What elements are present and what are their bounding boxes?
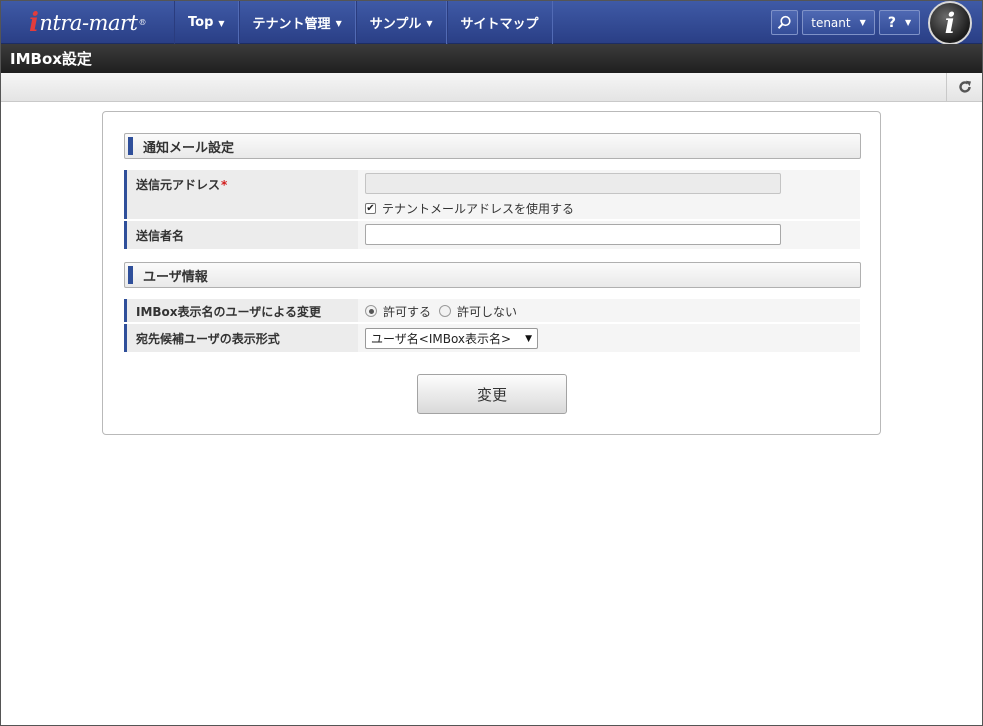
- field-value-display-format: ユーザ名<IMBox表示名> ▼: [358, 324, 860, 352]
- nav-item-tenant-admin[interactable]: テナント管理 ▼: [238, 1, 356, 44]
- sender-name-input[interactable]: [365, 224, 781, 245]
- use-tenant-address-checkbox[interactable]: ✔: [365, 203, 376, 214]
- chevron-down-icon: ▼: [335, 19, 342, 28]
- app-window: i ntra-mart ® Top ▼ テナント管理 ▼ サンプル ▼ サイトマップ: [0, 0, 983, 726]
- brand-mark: i: [944, 6, 956, 40]
- nav-item-label: サイトマップ: [460, 17, 539, 32]
- nav-item-label: テナント管理: [252, 17, 331, 32]
- toolbar: [1, 73, 982, 102]
- display-format-selected-value: ユーザ名<IMBox表示名>: [371, 332, 512, 346]
- nav-item-top[interactable]: Top ▼: [174, 1, 239, 44]
- form-row-display-format: 宛先候補ユーザの表示形式 ユーザ名<IMBox表示名> ▼: [124, 324, 860, 353]
- field-label-sender-address: 送信元アドレス*: [124, 170, 358, 219]
- label-text: 送信者名: [136, 229, 185, 243]
- submit-button[interactable]: 変更: [417, 374, 567, 414]
- nav-item-sitemap[interactable]: サイトマップ: [446, 1, 553, 44]
- brand-logo-icon[interactable]: i: [928, 1, 972, 45]
- nav-item-sample[interactable]: サンプル ▼: [355, 1, 447, 44]
- allow-radio[interactable]: [365, 305, 377, 317]
- label-text: 送信元アドレス: [136, 178, 221, 192]
- sender-address-input[interactable]: [365, 173, 781, 194]
- field-label-sender-name: 送信者名: [124, 221, 358, 249]
- section-title: ユーザ情報: [143, 269, 208, 285]
- chevron-down-icon: ▼: [426, 19, 433, 28]
- deny-radio[interactable]: [439, 305, 452, 317]
- label-text: IMBox表示名のユーザによる変更: [136, 305, 321, 319]
- logo-prefix: i: [29, 7, 39, 38]
- global-navigation: i ntra-mart ® Top ▼ テナント管理 ▼ サンプル ▼ サイトマップ: [1, 1, 982, 45]
- display-name-change-radio-group: 許可する 許可しない: [365, 301, 860, 321]
- section-title: 通知メール設定: [143, 140, 235, 156]
- display-format-select[interactable]: ユーザ名<IMBox表示名> ▼: [365, 328, 538, 349]
- logo-text: ntra-mart: [39, 10, 138, 35]
- chevron-down-icon: ▼: [904, 18, 912, 27]
- tenant-label: tenant: [811, 15, 851, 30]
- reload-icon: [958, 80, 971, 93]
- field-label-display-format: 宛先候補ユーザの表示形式: [124, 324, 358, 352]
- intra-mart-logo[interactable]: i ntra-mart ®: [1, 1, 174, 44]
- logo-registered-mark: ®: [138, 18, 146, 27]
- search-button[interactable]: [771, 10, 798, 35]
- chevron-down-icon: ▼: [859, 18, 866, 27]
- use-tenant-address-label: テナントメールアドレスを使用する: [382, 202, 575, 216]
- deny-radio-label[interactable]: 許可しない: [457, 303, 517, 320]
- nav-item-label: Top: [188, 15, 214, 30]
- chevron-down-icon: ▼: [218, 19, 225, 28]
- label-text: 宛先候補ユーザの表示形式: [136, 332, 280, 346]
- dropdown-arrow-icon: ▼: [525, 333, 532, 344]
- field-label-display-name-change: IMBox表示名のユーザによる変更: [124, 299, 358, 322]
- section-header-mail: 通知メール設定: [124, 133, 861, 159]
- field-value-display-name-change: 許可する 許可しない: [358, 299, 860, 322]
- allow-radio-label[interactable]: 許可する: [383, 303, 431, 320]
- required-mark: *: [221, 178, 228, 192]
- search-icon: [777, 15, 791, 29]
- nav-menu: Top ▼ テナント管理 ▼ サンプル ▼ サイトマップ: [174, 1, 553, 44]
- page-title-bar: IMBox設定: [1, 44, 982, 73]
- nav-right-tools: tenant ▼ ? ▼ i: [771, 1, 982, 45]
- form-row-sender-address: 送信元アドレス* ✔ テナントメールアドレスを使用する: [124, 170, 860, 220]
- help-icon: ?: [887, 14, 896, 31]
- form-row-display-name-change: IMBox表示名のユーザによる変更 許可する 許可しない: [124, 299, 860, 323]
- form-row-sender-name: 送信者名: [124, 221, 860, 250]
- tenant-menu-button[interactable]: tenant ▼: [802, 10, 875, 35]
- reload-button[interactable]: [946, 73, 982, 101]
- settings-panel: 通知メール設定 送信元アドレス* ✔ テナントメールアドレスを使用する 送信者名: [102, 111, 881, 435]
- nav-item-label: サンプル: [369, 17, 422, 32]
- help-menu-button[interactable]: ? ▼: [879, 10, 920, 35]
- field-value-sender-address: ✔ テナントメールアドレスを使用する: [358, 170, 860, 219]
- page-title: IMBox設定: [10, 50, 92, 68]
- use-tenant-address-option[interactable]: ✔ テナントメールアドレスを使用する: [365, 200, 860, 217]
- field-value-sender-name: [358, 221, 860, 249]
- section-header-user: ユーザ情報: [124, 262, 861, 288]
